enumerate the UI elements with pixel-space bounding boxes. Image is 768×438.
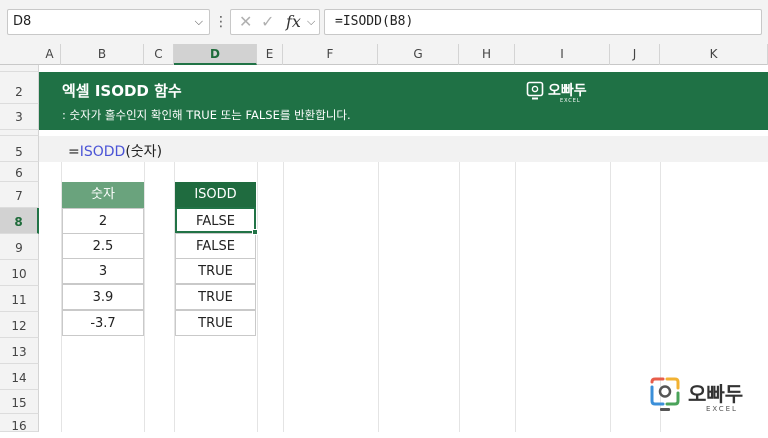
logo-subtext: EXCEL: [560, 98, 581, 104]
name-box-value: D8: [13, 14, 32, 29]
function-syntax: =ISODD(숫자): [68, 141, 162, 161]
column-header-j[interactable]: J: [610, 44, 660, 65]
row-header-1[interactable]: [0, 65, 39, 72]
row-header-10[interactable]: 10: [0, 260, 39, 286]
page-title: 엑셀 ISODD 함수: [62, 82, 182, 100]
input-cell[interactable]: 2.5: [62, 233, 144, 259]
output-cell[interactable]: FALSE: [175, 233, 256, 259]
cancel-icon[interactable]: ✕: [239, 10, 252, 34]
column-header-f[interactable]: F: [283, 44, 378, 65]
logo-text: 오빠두: [548, 83, 587, 99]
gridline: [459, 162, 460, 432]
output-cell[interactable]: TRUE: [175, 258, 256, 284]
name-box[interactable]: D8 ⌵: [7, 9, 210, 35]
watermark-logo: 오빠두 EXCEL: [648, 376, 760, 416]
column-header-i[interactable]: I: [515, 44, 610, 65]
fill-handle[interactable]: [252, 229, 258, 235]
row-header-7[interactable]: 7: [0, 182, 39, 208]
banner-logo: 오빠두 EXCEL: [526, 79, 596, 107]
column-header-b[interactable]: B: [61, 44, 144, 65]
confirm-icon[interactable]: ✓: [261, 10, 274, 34]
input-cell[interactable]: 3.9: [62, 284, 144, 310]
output-cell[interactable]: TRUE: [175, 284, 256, 310]
gridline: [257, 162, 258, 432]
input-cell[interactable]: -3.7: [62, 310, 144, 336]
column-header-g[interactable]: G: [378, 44, 459, 65]
chevron-down-icon[interactable]: ⌵: [195, 10, 203, 34]
row-header-15[interactable]: 15: [0, 390, 39, 414]
row-header-3[interactable]: 3: [0, 104, 39, 130]
formula-input[interactable]: =ISODD(B8): [324, 9, 762, 35]
gridline: [378, 162, 379, 432]
page-subtitle: : 숫자가 홀수인지 확인해 TRUE 또는 FALSE를 반환합니다.: [62, 108, 351, 122]
gridline: [283, 162, 284, 432]
insert-function-icon[interactable]: fx: [286, 10, 301, 34]
more-options-icon[interactable]: ⋮: [214, 9, 228, 35]
chevron-down-icon[interactable]: ⌵: [307, 10, 315, 34]
syntax-prefix: =: [68, 144, 80, 160]
row-header-12[interactable]: 12: [0, 312, 39, 338]
row-header-14[interactable]: 14: [0, 364, 39, 390]
gridline: [610, 162, 611, 432]
input-table-header[interactable]: 숫자: [62, 182, 144, 208]
column-header-c[interactable]: C: [144, 44, 174, 65]
column-header-a[interactable]: A: [39, 44, 61, 65]
output-cell-selected[interactable]: FALSE: [175, 207, 256, 233]
syntax-function: ISODD: [79, 144, 126, 160]
row-header-11[interactable]: 11: [0, 286, 39, 312]
column-header-e[interactable]: E: [257, 44, 283, 65]
watermark-subtext: EXCEL: [706, 405, 738, 413]
gridline: [144, 162, 145, 432]
row-header-16[interactable]: 16: [0, 414, 39, 433]
row-header-9[interactable]: 9: [0, 234, 39, 260]
row-header-5[interactable]: 5: [0, 136, 39, 162]
row-header-2[interactable]: 2: [0, 72, 39, 104]
gridline: [515, 162, 516, 432]
syntax-args: (숫자): [125, 144, 163, 160]
input-cell[interactable]: 2: [62, 208, 144, 234]
watermark-text: 오빠두: [688, 382, 744, 406]
column-header-d[interactable]: D: [174, 44, 257, 65]
input-cell[interactable]: 3: [62, 258, 144, 284]
formula-controls: ✕ ✓ fx ⌵: [230, 9, 320, 35]
row-header-6[interactable]: 6: [0, 162, 39, 182]
column-header-k[interactable]: K: [660, 44, 768, 65]
colorful-monitor-logo-icon: [650, 377, 680, 411]
monitor-logo-icon: [526, 81, 544, 100]
row-header-13[interactable]: 13: [0, 338, 39, 364]
row-header-8[interactable]: 8: [0, 208, 39, 234]
column-header-h[interactable]: H: [459, 44, 515, 65]
output-cell[interactable]: TRUE: [175, 310, 256, 336]
output-table-header[interactable]: ISODD: [175, 182, 256, 208]
column-headers: A B C D E F G H I J K: [0, 44, 768, 65]
